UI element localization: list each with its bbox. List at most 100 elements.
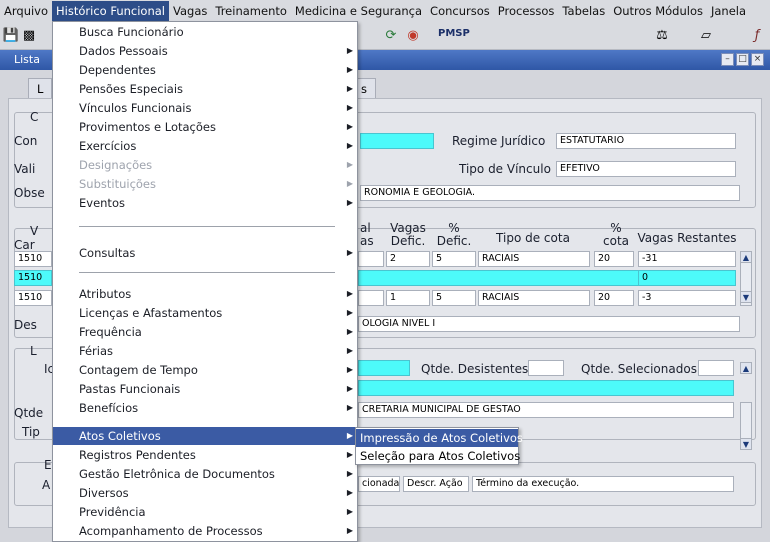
image-icon[interactable]: ▱ — [697, 27, 715, 45]
vinculo-field[interactable]: EFETIVO — [556, 161, 736, 177]
function-icon[interactable]: ƒ — [748, 27, 766, 45]
refresh-icon[interactable]: ⟳ — [382, 27, 400, 45]
observacao-field[interactable]: RONOMIA E GEOLOGIA. — [360, 185, 740, 201]
submenu-arrow-icon: ▶ — [346, 526, 353, 535]
scroll-down-icon[interactable]: ▼ — [740, 438, 752, 450]
descricao-field[interactable]: OLOGIA NIVEL I — [358, 316, 740, 332]
menu-item-eventos[interactable]: Eventos ▶ — [53, 194, 357, 212]
submenu-arrow-icon: ▶ — [346, 308, 353, 317]
pct-defic-field[interactable]: 5 — [432, 251, 476, 267]
header-vagas-defic: Vagas Defic. — [390, 221, 426, 248]
submenu-item-impressao-atos[interactable]: Impressão de Atos Coletivos — [356, 429, 523, 447]
submenu-arrow-icon: ▶ — [346, 122, 353, 131]
menu-item-atributos[interactable]: Atributos ▶ — [53, 285, 357, 303]
brand-label: PMSP — [438, 28, 470, 39]
selected-record-field[interactable] — [358, 380, 734, 396]
desistentes-label: Qtde. Desistentes — [421, 362, 529, 376]
menu-processos[interactable]: Processos — [494, 1, 559, 21]
cargo-code-field[interactable]: 1510 — [14, 270, 52, 286]
menu-item-contagem-tempo[interactable]: Contagem de Tempo ▶ — [53, 361, 357, 379]
maximize-icon[interactable]: □ — [736, 53, 749, 66]
scroll-up-icon[interactable]: ▲ — [740, 362, 752, 374]
submenu-arrow-icon: ▶ — [346, 103, 353, 112]
menu-item-busca-funcionario[interactable]: Busca Funcionário — [53, 23, 357, 41]
scroll-down-icon[interactable]: ▼ — [740, 291, 752, 303]
menu-item-provimentos-lotacoes[interactable]: Provimentos e Lotações ▶ — [53, 118, 357, 136]
minimize-icon[interactable]: – — [721, 53, 734, 66]
menu-item-ferias[interactable]: Férias ▶ — [53, 342, 357, 360]
tipo-cota-field[interactable]: RACIAIS — [478, 251, 590, 267]
menu-concursos[interactable]: Concursos — [426, 1, 494, 21]
pct-cota-field[interactable]: 20 — [594, 290, 634, 306]
print-icon[interactable]: ▩ — [20, 27, 38, 45]
menu-item-licencas-afastamentos[interactable]: Licenças e Afastamentos ▶ — [53, 304, 357, 322]
vagas-defic-field[interactable]: 1 — [386, 290, 430, 306]
termino-execucao-field[interactable]: Término da execução. — [472, 476, 734, 492]
submenu-arrow-icon: ▶ — [346, 248, 353, 257]
menu-treinamento[interactable]: Treinamento — [211, 1, 291, 21]
vagas-restantes-field[interactable]: -31 — [638, 251, 736, 267]
submenu-arrow-icon: ▶ — [346, 46, 353, 55]
regime-label: Regime Jurídico — [452, 134, 546, 148]
menu-item-label: Frequência — [79, 325, 142, 339]
vagas-total-field[interactable] — [358, 251, 384, 267]
menu-item-diversos[interactable]: Diversos ▶ — [53, 484, 357, 502]
menu-item-pensoes-especiais[interactable]: Pensões Especiais ▶ — [53, 80, 357, 98]
orgao-field[interactable]: CRETARIA MUNICIPAL DE GESTAO — [358, 402, 734, 418]
label-quantidade: Qtde — [14, 406, 44, 420]
desistentes-field[interactable] — [528, 360, 564, 376]
submenu-arrow-icon: ▶ — [346, 403, 353, 412]
close-icon[interactable]: × — [751, 53, 764, 66]
menu-janela[interactable]: Janela — [707, 1, 750, 21]
menu-item-previdencia[interactable]: Previdência ▶ — [53, 503, 357, 521]
menu-item-vinculos-funcionais[interactable]: Vínculos Funcionais ▶ — [53, 99, 357, 117]
menu-item-beneficios[interactable]: Benefícios ▶ — [53, 399, 357, 417]
cargo-code-field[interactable]: 1510 — [14, 290, 52, 306]
submenu-arrow-icon: ▶ — [346, 507, 353, 516]
menu-item-dependentes[interactable]: Dependentes ▶ — [53, 61, 357, 79]
menu-item-gestao-eletronica[interactable]: Gestão Eletrônica de Documentos ▶ — [53, 465, 357, 483]
vagas-total-field[interactable] — [358, 290, 384, 306]
menu-item-label: Dependentes — [79, 63, 156, 77]
historico-funcional-menu: Busca Funcionário Dados Pessoais ▶ Depend… — [52, 21, 358, 542]
selecionados-field[interactable] — [698, 360, 734, 376]
descr-acao-field[interactable]: Descr. Ação — [403, 476, 469, 492]
vagas-restantes-field[interactable]: 0 — [638, 270, 736, 286]
scroll-up-icon[interactable]: ▲ — [740, 251, 752, 263]
submenu-item-selecao-atos[interactable]: Seleção para Atos Coletivos — [356, 447, 520, 465]
system-icon[interactable]: ◉ — [404, 27, 422, 45]
vagas-defic-field[interactable]: 2 — [386, 251, 430, 267]
id-field[interactable] — [358, 360, 410, 376]
menu-vagas[interactable]: Vagas — [169, 1, 211, 21]
save-icon[interactable]: 💾 — [2, 27, 20, 45]
cargo-code-field[interactable]: 1510 — [14, 251, 52, 267]
menu-item-label: Vínculos Funcionais — [79, 101, 192, 115]
menu-item-exercicios[interactable]: Exercícios ▶ — [53, 137, 357, 155]
menu-item-label: Diversos — [79, 486, 129, 500]
menu-item-atos-coletivos[interactable]: Atos Coletivos ▶ — [53, 427, 357, 445]
acao-selecionada-field[interactable]: cionada — [358, 476, 400, 492]
menu-arquivo[interactable]: Arquivo — [0, 1, 52, 21]
menu-medicina-seguranca[interactable]: Medicina e Segurança — [291, 1, 426, 21]
menu-item-pastas-funcionais[interactable]: Pastas Funcionais ▶ — [53, 380, 357, 398]
label-cargo: Car — [14, 238, 35, 252]
menu-tabelas[interactable]: Tabelas — [558, 1, 609, 21]
label-descricao: Des — [14, 318, 37, 332]
menu-historico-funcional[interactable]: Histórico Funcional — [52, 1, 169, 21]
menu-item-acompanhamento-processos[interactable]: Acompanhamento de Processos ▶ — [53, 522, 357, 540]
tipo-cota-field[interactable]: RACIAIS — [478, 290, 590, 306]
regime-field[interactable]: ESTATUTARIO — [556, 133, 736, 149]
pct-defic-field[interactable]: 5 — [432, 290, 476, 306]
pct-cota-field[interactable]: 20 — [594, 251, 634, 267]
menu-outros-modulos[interactable]: Outros Módulos — [609, 1, 707, 21]
concurso-field[interactable] — [360, 133, 434, 149]
vagas-restantes-field[interactable]: -3 — [638, 290, 736, 306]
menu-item-dados-pessoais[interactable]: Dados Pessoais ▶ — [53, 42, 357, 60]
menu-item-registros-pendentes[interactable]: Registros Pendentes ▶ — [53, 446, 357, 464]
tab-main[interactable]: L — [28, 78, 53, 98]
menu-item-frequencia[interactable]: Frequência ▶ — [53, 323, 357, 341]
label-validade: Vali — [14, 162, 36, 176]
menu-item-label: Férias — [79, 344, 114, 358]
menu-item-consultas[interactable]: Consultas ▶ — [53, 244, 357, 262]
balance-icon[interactable]: ⚖ — [653, 27, 671, 45]
